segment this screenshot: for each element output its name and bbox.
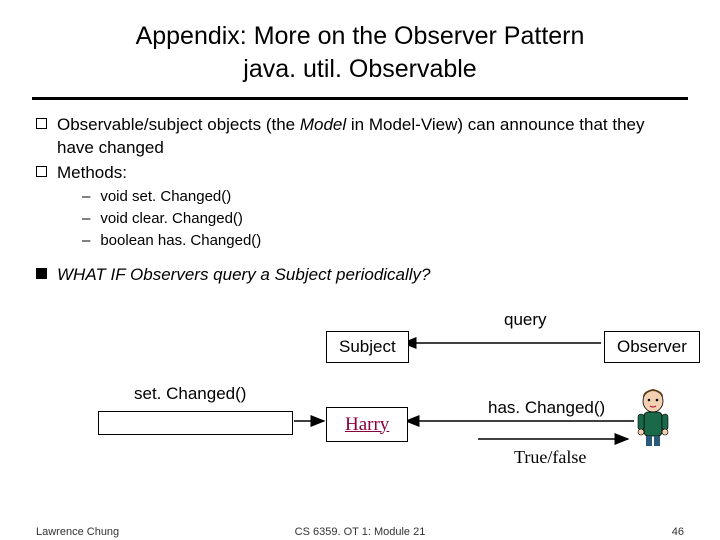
bullet2-text: Methods: — [57, 162, 127, 185]
method1-text: void set. Changed() — [100, 187, 231, 207]
bullet-observable: Observable/subject objects (the Model in… — [36, 114, 684, 160]
footer-course: CS 6359. OT 1: Module 21 — [295, 526, 426, 538]
method-clearchanged: – void clear. Changed() — [36, 209, 684, 229]
harry-box: Harry — [326, 407, 408, 443]
footer-page: 46 — [672, 526, 684, 538]
footer-author: Lawrence Chung — [36, 526, 119, 538]
title-line2: java. util. Observable — [243, 55, 476, 83]
person-icon — [632, 387, 674, 447]
title-divider — [32, 97, 688, 100]
square-bullet-icon — [36, 118, 47, 129]
title-line1: Appendix: More on the Observer Pattern — [136, 22, 585, 50]
empty-box — [98, 411, 293, 435]
method-setchanged: – void set. Changed() — [36, 187, 684, 207]
query-label: query — [504, 309, 547, 332]
observer-box: Observer — [604, 331, 700, 364]
bullet3-text: WHAT IF Observers query a Subject period… — [57, 264, 431, 287]
method3-text: boolean has. Changed() — [100, 231, 261, 251]
truefalse-label: True/false — [514, 445, 586, 469]
haschanged-label: has. Changed() — [488, 397, 605, 420]
setchanged-label: set. Changed() — [134, 383, 246, 406]
bullet1-pre: Observable/subject objects (the — [57, 115, 300, 134]
dash-icon: – — [82, 231, 90, 251]
method2-text: void clear. Changed() — [100, 209, 243, 229]
dash-icon: – — [82, 187, 90, 207]
square-bullet-icon — [36, 166, 47, 177]
bullet-whatif: WHAT IF Observers query a Subject period… — [36, 264, 684, 287]
filled-square-bullet-icon — [36, 268, 47, 279]
diagram: query Subject Observer set. Changed() Ha… — [36, 289, 684, 479]
bullet1-em: Model — [300, 115, 346, 134]
subject-box: Subject — [326, 331, 409, 364]
bullet-methods: Methods: — [36, 162, 684, 185]
dash-icon: – — [82, 209, 90, 229]
method-haschanged: – boolean has. Changed() — [36, 231, 684, 251]
